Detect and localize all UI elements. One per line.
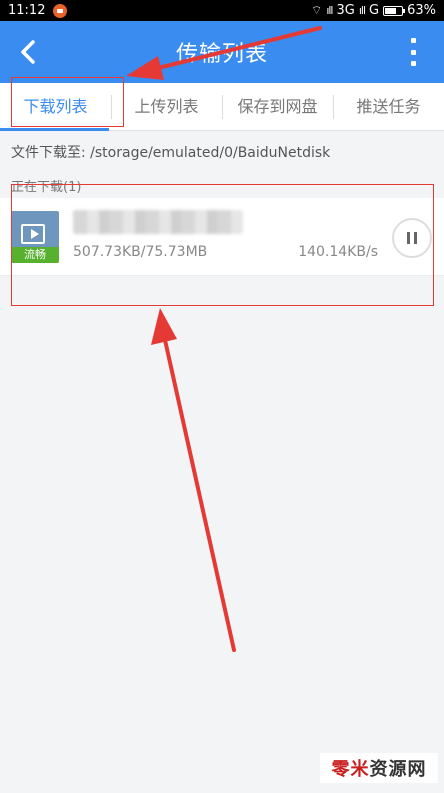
- notification-icon: [53, 3, 68, 18]
- tab-push-tasks[interactable]: 推送任务: [333, 83, 444, 131]
- battery-icon: [383, 5, 406, 16]
- tab-save-to-netdisk[interactable]: 保存到网盘: [222, 83, 333, 131]
- wifi-icon: ⌔: [311, 3, 323, 17]
- more-vertical-icon[interactable]: [408, 38, 418, 66]
- status-indicators: ⌔ ıll 3G ıll G 63%: [311, 3, 436, 18]
- annotation-box-tab: [11, 77, 124, 127]
- active-tab-indicator: [0, 128, 109, 131]
- download-path: 文件下载至: /storage/emulated/0/BaiduNetdisk: [11, 145, 331, 161]
- clock: 11:12: [8, 3, 46, 18]
- annotation-arrow-to-item: [151, 308, 236, 652]
- network-type-2: G: [369, 3, 380, 18]
- watermark-logo: 零米 资源网: [320, 753, 438, 783]
- battery-level: 63%: [407, 3, 436, 18]
- annotation-box-item: [11, 184, 434, 306]
- network-type: 3G: [336, 3, 355, 18]
- page-title: 传输列表: [175, 42, 268, 67]
- tab-upload-list[interactable]: 上传列表: [111, 83, 222, 131]
- app-header: 传输列表: [0, 21, 444, 83]
- back-arrow-icon[interactable]: [14, 37, 44, 67]
- watermark-part1: 零米: [331, 759, 370, 780]
- signal2-icon: ıll: [358, 4, 366, 17]
- watermark-part2: 资源网: [369, 759, 427, 780]
- signal-icon: ıll: [326, 4, 333, 17]
- status-bar: 11:12 ⌔ ıll 3G ıll G 63%: [0, 0, 444, 21]
